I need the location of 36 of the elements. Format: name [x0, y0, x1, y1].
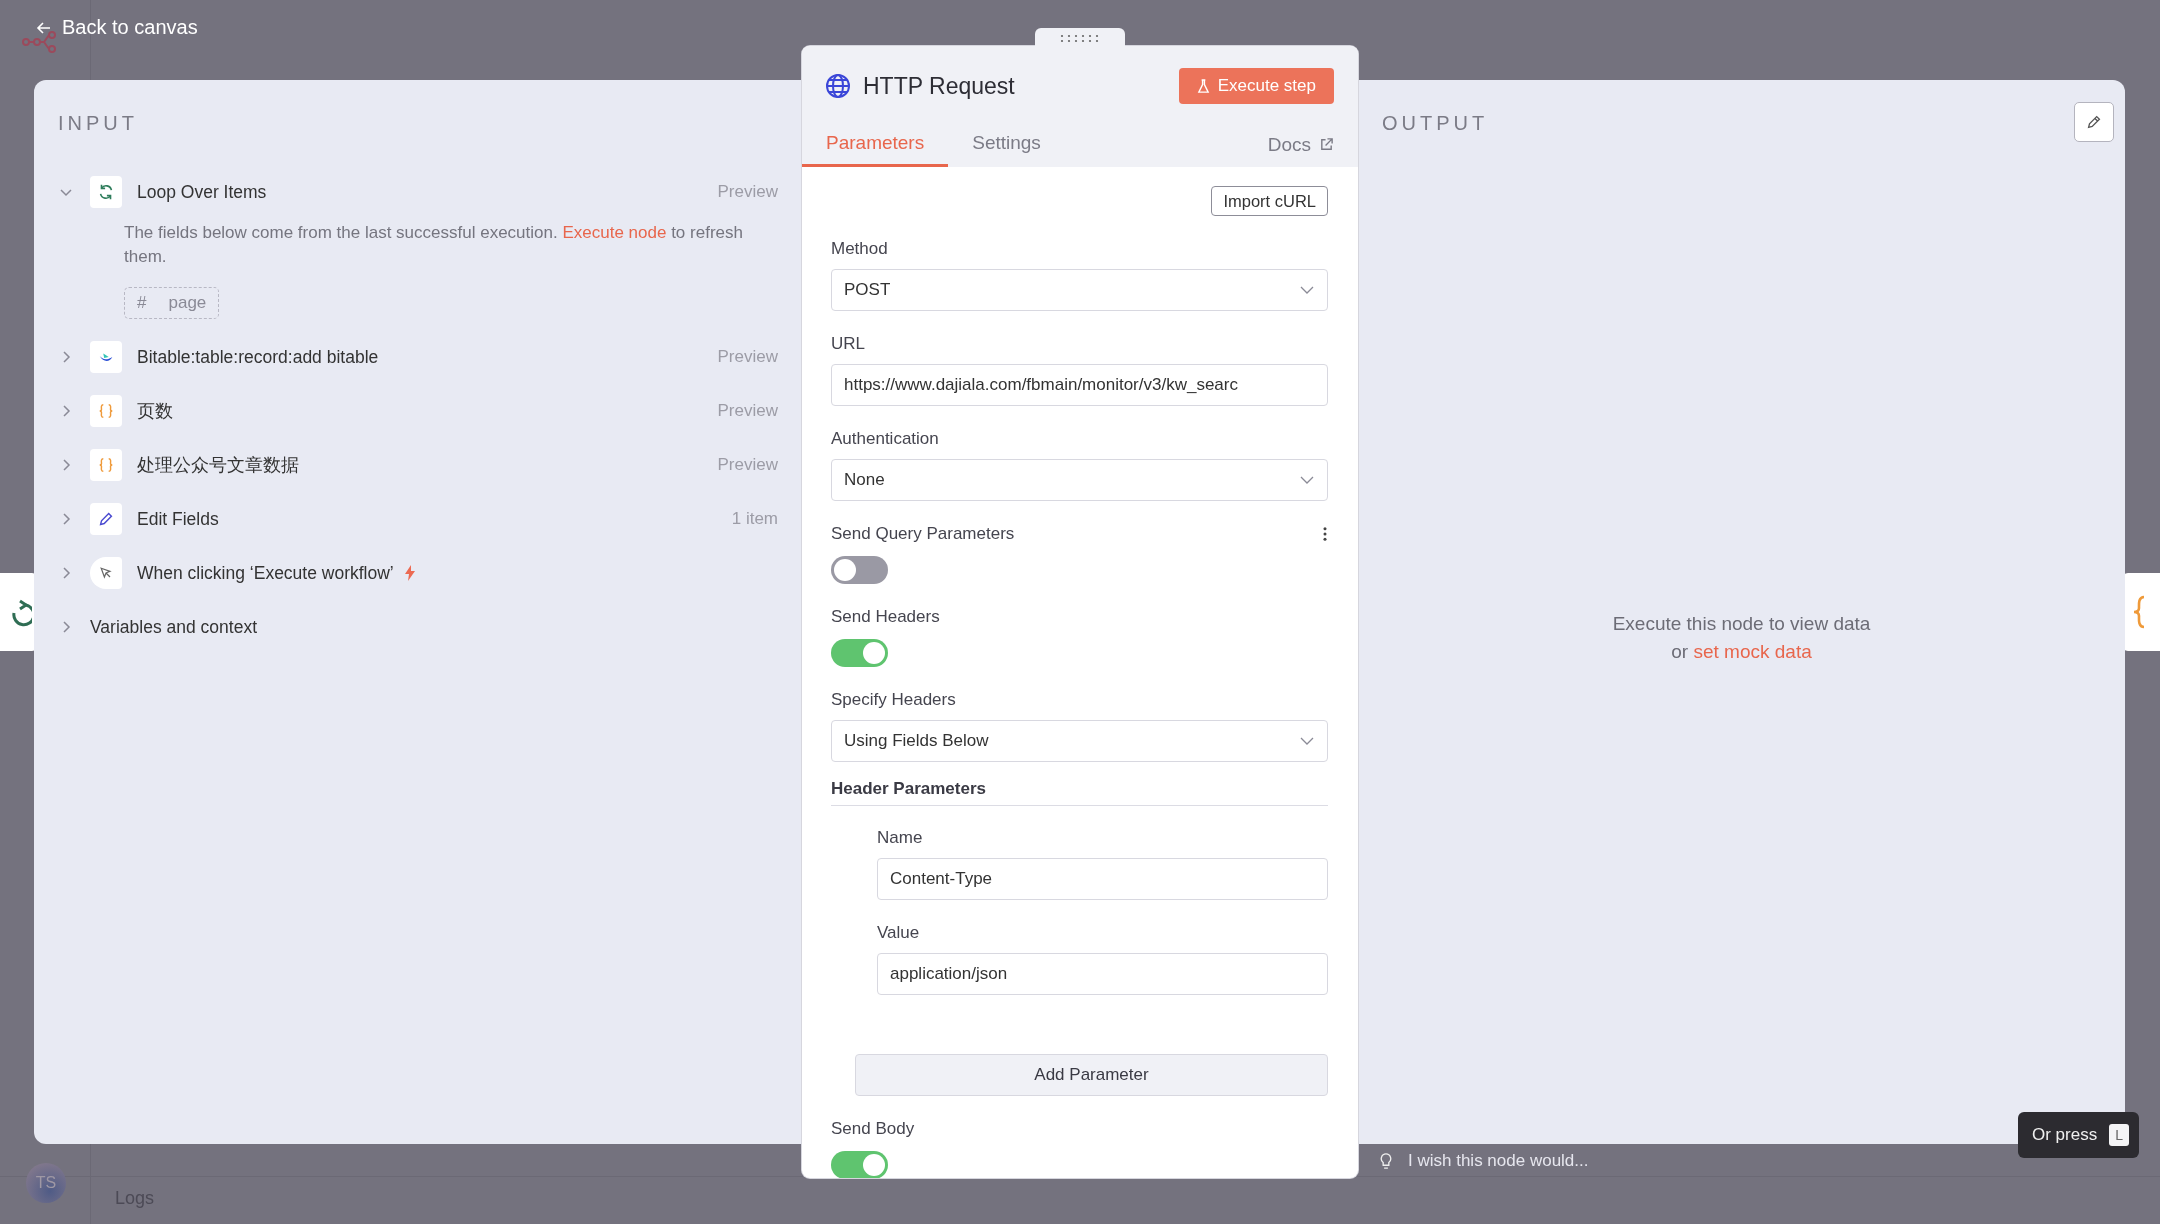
node-name[interactable]: 页数	[137, 399, 173, 423]
field-label: Method	[831, 238, 889, 260]
node-name[interactable]: Edit Fields	[137, 508, 219, 530]
tab[interactable]: Settings	[948, 122, 1065, 167]
key-hint: L	[2109, 1124, 2129, 1146]
field-label: Send Query Parameters	[831, 523, 1015, 545]
node-name[interactable]: Variables and context	[90, 616, 257, 638]
docs-link[interactable]: Docs	[1267, 122, 1358, 167]
field-label: URL	[831, 333, 866, 355]
tooltip-text: Or press	[2032, 1125, 2098, 1145]
node-name[interactable]: When clicking ‘Execute workflow’	[137, 562, 394, 584]
input-field[interactable]: application/json	[877, 953, 1328, 995]
field-label: Value	[877, 922, 921, 944]
field-label: Name	[877, 827, 924, 849]
field-label: Send Body	[831, 1118, 915, 1140]
add-parameter-button[interactable]: Add Parameter	[855, 1054, 1328, 1096]
import-curl-button[interactable]: Import cURL	[1211, 186, 1328, 216]
notice-text: The fields below come from the last successful execution. Execute node to refresh them.	[124, 222, 744, 268]
select-field[interactable]: POST	[831, 269, 1328, 311]
section-title: OUTPUT	[1382, 112, 1489, 134]
section-heading: Header Parameters	[831, 779, 1328, 806]
input-field[interactable]: https://www.dajiala.com/fbmain/monitor/v3/kw_searc	[831, 364, 1328, 406]
section-title: INPUT	[58, 112, 139, 134]
feedback-field[interactable]: I wish this node would...	[1406, 1150, 1670, 1172]
node-name[interactable]: Bitable:table:record:add bitable	[137, 346, 379, 368]
field-label: Specify Headers	[831, 689, 957, 711]
node-name[interactable]: Loop Over Items	[137, 181, 267, 203]
select-field[interactable]: Using Fields Below	[831, 720, 1328, 762]
field-label: Authentication	[831, 428, 940, 450]
empty-state-text: Execute this node to view data or set mock data	[1611, 612, 1872, 664]
node-title: HTTP Request	[863, 72, 1015, 100]
input-field[interactable]: Content-Type	[877, 858, 1328, 900]
select-field[interactable]: None	[831, 459, 1328, 501]
field-label: Send Headers	[831, 606, 940, 628]
node-name[interactable]: 处理公众号文章数据	[137, 453, 299, 477]
back-link[interactable]: Back to canvas	[36, 16, 198, 39]
